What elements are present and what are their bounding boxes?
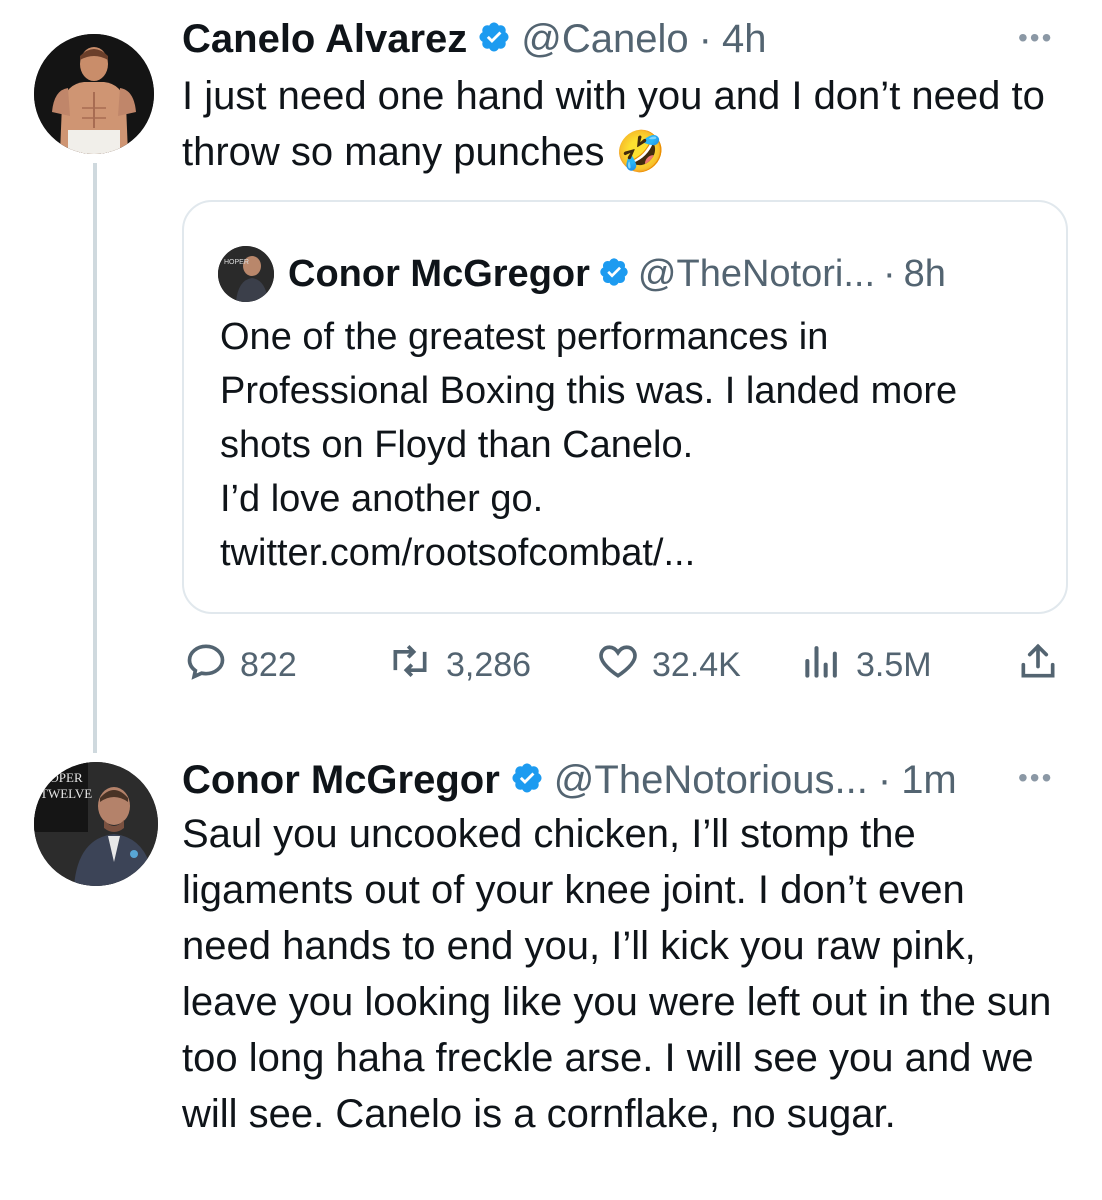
views-count: 3.5M [856,645,932,684]
quote-text: One of the greatest performances in Prof… [220,316,958,574]
like-button[interactable]: 32.4K [596,640,741,690]
thread-connector [93,163,97,753]
share-icon [1016,639,1060,692]
author-handle[interactable]: @Canelo [521,17,688,62]
heart-icon [596,639,640,692]
tweet-text: Saul you uncooked chicken, I’ll stomp th… [182,812,1063,1136]
views-chart-icon [800,639,844,692]
views-button[interactable]: 3.5M [800,640,932,690]
more-options-icon[interactable]: ••• [1018,762,1053,794]
quoted-tweet-card[interactable]: HOPER Conor McGregor @TheNotori... · 8h … [182,200,1068,614]
tweet1-header: Canelo Alvarez @Canelo · 4h [182,14,767,64]
quote-author-avatar: HOPER [218,246,274,302]
tweet2-header: Conor McGregor @TheNotorious... · 1m [182,752,957,808]
quote-author-name: Conor McGregor [288,252,590,295]
avatar-brand-text-2: TWELVE [40,786,92,801]
share-button[interactable] [1016,640,1060,690]
mcgregor-avatar[interactable]: HOPER TWELVE [34,762,158,886]
verified-badge-icon [510,761,544,800]
author-name[interactable]: Conor McGregor [182,758,500,803]
timestamp[interactable]: 4h [722,17,767,62]
quote-timestamp: 8h [903,252,946,295]
retweet-button[interactable]: 3,286 [386,640,531,690]
more-options-icon[interactable]: ••• [1018,22,1053,54]
reply-count: 822 [240,645,297,684]
separator-dot: · [698,16,712,61]
verified-badge-icon [477,20,511,59]
quote-header: Conor McGregor @TheNotori... · 8h [288,246,946,302]
separator-dot: · [877,757,892,802]
tweet-text-content: I just need one hand with you and I don’… [182,74,1056,174]
retweet-count: 3,286 [446,645,532,684]
retweet-icon [386,639,434,692]
timestamp[interactable]: 1m [901,758,957,803]
reply-button[interactable]: 822 [184,640,297,690]
canelo-avatar[interactable] [34,34,154,154]
tweet-text: I just need one hand with you and I don’… [182,68,1062,180]
svg-text:HOPER: HOPER [224,259,249,266]
author-name[interactable]: Canelo Alvarez [182,17,467,62]
quote-author-handle: @TheNotori... [637,252,875,295]
verified-badge-icon [598,256,630,293]
author-handle[interactable]: @TheNotorious... [554,758,868,803]
avatar-brand-text-1: HOPER [40,770,83,785]
like-count: 32.4K [652,645,741,684]
separator-dot: · [883,252,896,295]
reply-icon [184,639,228,692]
